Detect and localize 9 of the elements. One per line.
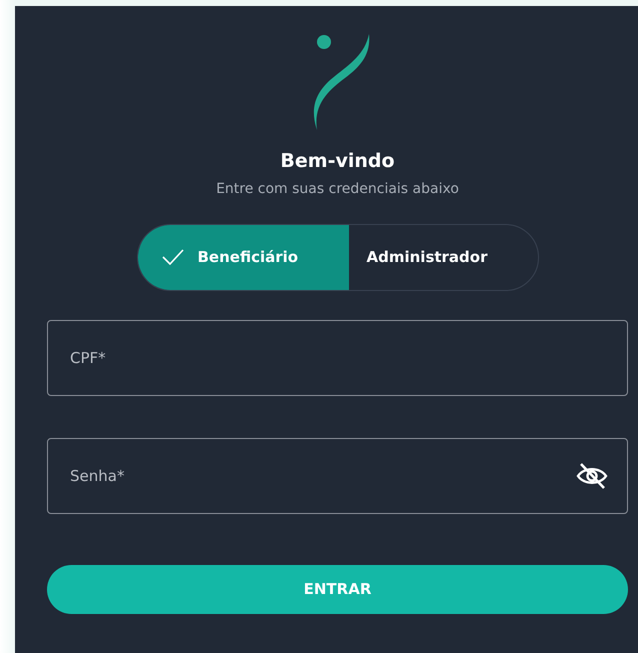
role-tab[interactable]: Administrador [348,224,506,290]
eye-slash-icon[interactable] [576,462,608,490]
role-tab[interactable]: Beneficiário [138,224,348,290]
password-field[interactable]: Senha* [47,438,628,514]
welcome-title: Bem-vindo [280,150,395,173]
check-icon [162,249,184,266]
cpf-field[interactable]: CPF* [47,320,628,396]
subtitle: Entre com suas credenciais abaixo [216,180,459,199]
submit-button[interactable]: ENTRAR [47,564,628,614]
